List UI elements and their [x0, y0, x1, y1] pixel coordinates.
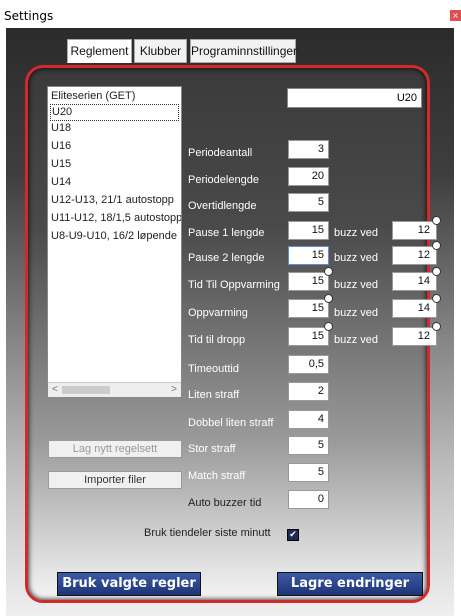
list-item[interactable]: U12-U13, 21/1 autostopp — [51, 193, 174, 208]
info-dot-icon — [432, 322, 441, 331]
info-dot-icon — [432, 294, 441, 303]
oppvarming-field[interactable]: 15 — [288, 294, 333, 318]
match-straff-field[interactable]: 5 — [288, 463, 329, 482]
label-pause-2: Pause 2 lengde — [188, 252, 265, 264]
close-icon[interactable]: × — [450, 10, 461, 21]
list-item[interactable]: U14 — [51, 175, 71, 190]
timeouttid-field[interactable]: 0,5 — [288, 355, 329, 374]
label-timeouttid: Timeouttid — [188, 363, 239, 375]
new-ruleset-button[interactable]: Lag nytt regelsett — [48, 440, 182, 458]
list-item-selected[interactable]: U20 — [50, 104, 179, 121]
label-oppvarming: Oppvarming — [188, 307, 248, 319]
info-dot-icon — [324, 294, 333, 303]
info-dot-icon — [324, 267, 333, 276]
tenths-checkbox[interactable]: ✔ — [287, 529, 299, 541]
label-stor-straff: Stor straff — [188, 443, 236, 455]
checkmark-icon: ✔ — [289, 530, 297, 540]
tab-programinnstillinger[interactable]: Programinnstillinger — [190, 39, 297, 63]
overtidlengde-field[interactable]: 5 — [288, 193, 329, 212]
periodeantall-field[interactable]: 3 — [288, 140, 329, 159]
pause-2-field[interactable]: 15 — [288, 246, 329, 265]
label-liten-straff: Liten straff — [188, 389, 240, 401]
label-dobbel-liten-straff: Dobbel liten straff — [188, 417, 274, 429]
label-auto-buzzer-tid: Auto buzzer tid — [188, 497, 262, 509]
label-match-straff: Match straff — [188, 470, 246, 482]
info-dot-icon — [324, 322, 333, 331]
ruleset-name-field[interactable]: U20 — [287, 88, 422, 108]
buzz-value: 14 — [417, 275, 430, 287]
scroll-thumb[interactable] — [62, 386, 110, 394]
pause-1-buzz-field[interactable]: 12 — [392, 216, 441, 240]
label-pause-1: Pause 1 lengde — [188, 227, 265, 239]
list-item[interactable]: Eliteserien (GET) — [51, 89, 135, 104]
auto-buzzer-tid-field[interactable]: 0 — [288, 490, 329, 509]
list-item[interactable]: U8-U9-U10, 16/2 løpende — [51, 229, 177, 244]
periodelengde-field[interactable]: 20 — [288, 167, 329, 186]
liten-straff-field[interactable]: 2 — [288, 382, 329, 401]
info-dot-icon — [432, 241, 441, 250]
tid-til-dropp-field[interactable]: 15 — [288, 322, 333, 346]
list-item[interactable]: U11-U12, 18/1,5 autostopp — [51, 211, 181, 226]
field-value: 15 — [311, 302, 324, 314]
label-periodelengde: Periodelengde — [188, 174, 259, 186]
field-value: 15 — [311, 275, 324, 287]
tid-til-dropp-buzz-field[interactable]: 12 — [392, 322, 441, 346]
scroll-right-icon[interactable]: > — [171, 384, 177, 395]
pause-2-buzz-field[interactable]: 12 — [392, 241, 441, 265]
scroll-left-icon[interactable]: < — [52, 384, 58, 395]
import-files-button[interactable]: Importer filer — [48, 471, 182, 489]
tab-klubber[interactable]: Klubber — [134, 39, 187, 63]
buzz-label: buzz ved — [334, 227, 379, 239]
buzz-label: buzz ved — [334, 279, 379, 291]
label-tid-til-oppvarming: Tid Til Oppvarming — [188, 279, 280, 291]
stor-straff-field[interactable]: 5 — [288, 436, 329, 455]
oppvarming-buzz-field[interactable]: 14 — [392, 294, 441, 318]
save-changes-button[interactable]: Lagre endringer — [277, 572, 423, 596]
pause-1-field[interactable]: 15 — [288, 221, 329, 240]
buzz-label: buzz ved — [334, 252, 379, 264]
buzz-label: buzz ved — [334, 307, 379, 319]
buzz-label: buzz ved — [334, 334, 379, 346]
buzz-value: 12 — [417, 330, 430, 342]
list-item[interactable]: U15 — [51, 157, 71, 172]
tid-til-oppvarming-field[interactable]: 15 — [288, 267, 333, 291]
tenths-checkbox-label: Bruk tiendeler siste minutt — [144, 527, 271, 539]
apply-rules-button[interactable]: Bruk valgte regler — [57, 572, 201, 596]
label-periodeantall: Periodeantall — [188, 147, 253, 159]
info-dot-icon — [432, 216, 441, 225]
horizontal-scrollbar[interactable]: < > — [48, 382, 181, 397]
list-item[interactable]: U16 — [51, 139, 71, 154]
tab-reglement[interactable]: Reglement — [67, 39, 132, 63]
info-dot-icon — [432, 267, 441, 276]
ruleset-list[interactable]: Eliteserien (GET) U20 U18 U16 U15 U14 U1… — [47, 86, 182, 398]
window-title: Settings — [4, 9, 54, 23]
title-bar: Settings × — [0, 0, 461, 28]
label-tid-til-dropp: Tid til dropp — [188, 334, 246, 346]
label-overtidlengde: Overtidlengde — [188, 200, 257, 212]
list-item[interactable]: U18 — [51, 121, 71, 136]
buzz-value: 12 — [417, 249, 430, 261]
buzz-value: 12 — [417, 224, 430, 236]
buzz-value: 14 — [417, 302, 430, 314]
tid-til-oppvarming-buzz-field[interactable]: 14 — [392, 267, 441, 291]
dobbel-liten-straff-field[interactable]: 4 — [288, 410, 329, 429]
field-value: 15 — [311, 330, 324, 342]
